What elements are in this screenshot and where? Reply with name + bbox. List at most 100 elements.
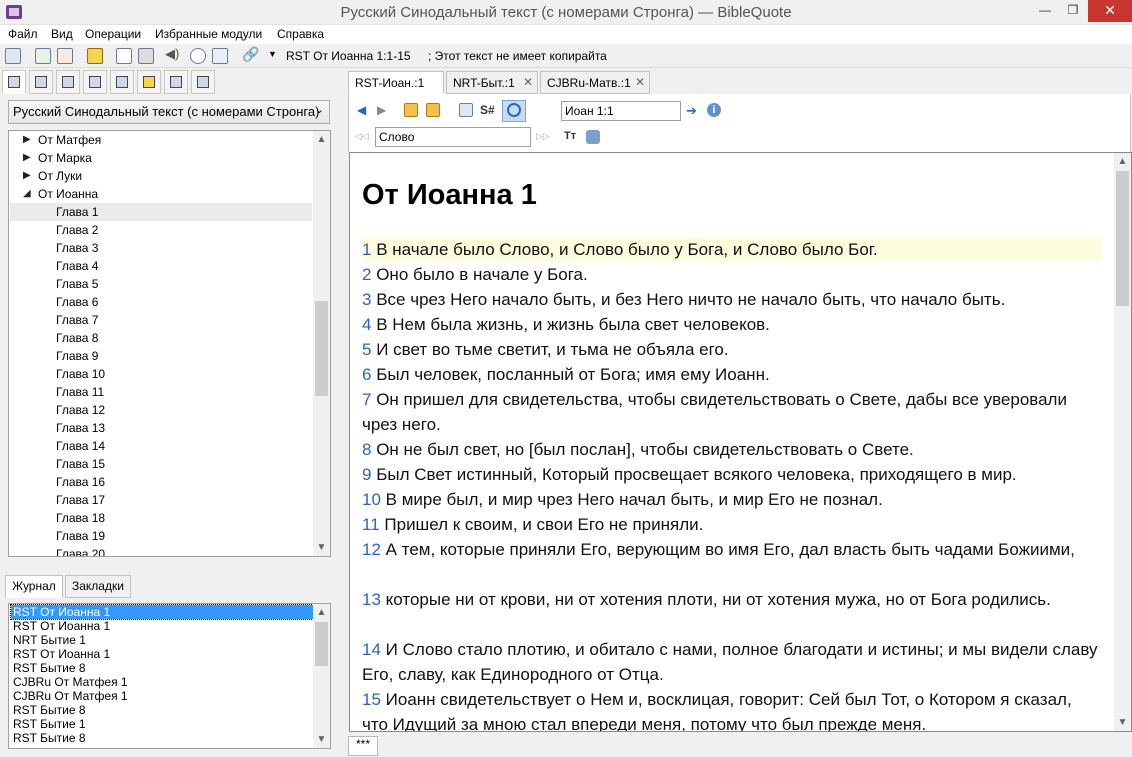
- verse[interactable]: 9 Был Свет истинный, Который просвещает …: [362, 462, 1102, 487]
- tab-strong[interactable]: [83, 70, 107, 94]
- document-icon[interactable]: [116, 48, 132, 64]
- tab-nrt-genesis[interactable]: NRT-Быт.:1 ✕: [446, 71, 538, 94]
- tree-item-chapter[interactable]: Глава 14: [10, 437, 312, 455]
- tree-item-chapter[interactable]: Глава 2: [10, 221, 312, 239]
- scroll-up-icon[interactable]: ▲: [313, 131, 330, 148]
- history-item[interactable]: RST От Иоанна 1: [11, 619, 313, 633]
- verse-number[interactable]: 7: [362, 390, 371, 409]
- history-item[interactable]: NRT Бытие 1: [11, 633, 313, 647]
- verse-number[interactable]: 4: [362, 315, 371, 334]
- tree-item-chapter[interactable]: Глава 10: [10, 365, 312, 383]
- tree-item-chapter[interactable]: Глава 11: [10, 383, 312, 401]
- next-chapter-icon[interactable]: [426, 103, 440, 117]
- tab-dictionary[interactable]: [56, 70, 80, 94]
- tree-item-chapter[interactable]: Глава 9: [10, 347, 312, 365]
- tab-rst-john[interactable]: RST-Иоан.:1: [348, 71, 444, 94]
- history-item[interactable]: CJBRu От Матфея 1: [11, 689, 313, 703]
- verse-number[interactable]: 12: [362, 540, 381, 559]
- link-icon[interactable]: 🔗: [242, 46, 259, 62]
- menu-operations[interactable]: Операции: [85, 27, 141, 41]
- verse-number[interactable]: 13: [362, 590, 381, 609]
- tree-item-chapter[interactable]: Глава 3: [10, 239, 312, 257]
- tree-item-chapter[interactable]: Глава 4: [10, 257, 312, 275]
- tree-item-chapter[interactable]: Глава 16: [10, 473, 312, 491]
- verse-number[interactable]: 6: [362, 365, 371, 384]
- tree-item-chapter[interactable]: Глава 12: [10, 401, 312, 419]
- tree-item-chapter[interactable]: Глава 1: [10, 203, 312, 221]
- verse[interactable]: 15 Иоанн свидетельствует о Нем и, воскли…: [362, 687, 1102, 731]
- copy-icon[interactable]: [459, 103, 473, 117]
- verse-number[interactable]: 2: [362, 265, 371, 284]
- dropdown-arrow-icon[interactable]: ▼: [268, 49, 277, 59]
- tree-item-chapter[interactable]: Глава 7: [10, 311, 312, 329]
- print-icon[interactable]: [138, 48, 154, 64]
- verse[interactable]: 5 И свет во тьме светит, и тьма не объял…: [362, 337, 1102, 362]
- verse[interactable]: 1 В начале было Слово, и Слово было у Бо…: [362, 237, 1102, 262]
- verse-number[interactable]: 5: [362, 340, 371, 359]
- verse[interactable]: 4 В Нем была жизнь, и жизнь была свет че…: [362, 312, 1102, 337]
- scroll-down-icon[interactable]: ▼: [1114, 714, 1131, 731]
- tab-books[interactable]: [2, 70, 26, 94]
- tree-item-book[interactable]: ▶ От Марка: [10, 149, 312, 167]
- tree-item-book[interactable]: ▶ От Луки: [10, 167, 312, 185]
- verse[interactable]: 12 А тем, которые приняли Его, верующим …: [362, 537, 1102, 562]
- tab-journal[interactable]: Журнал: [5, 575, 63, 598]
- tab-folder[interactable]: [137, 70, 161, 94]
- search-word-input[interactable]: Слово: [375, 127, 531, 147]
- bottom-tab[interactable]: ***: [348, 736, 378, 756]
- reference-input[interactable]: Иоан 1:1: [561, 101, 681, 121]
- verse-number[interactable]: 14: [362, 640, 381, 659]
- verse-number[interactable]: 1: [362, 240, 371, 259]
- close-icon[interactable]: ✕: [523, 75, 533, 89]
- verse[interactable]: 6 Был человек, посланный от Бога; имя ем…: [362, 362, 1102, 387]
- scroll-thumb[interactable]: [315, 622, 328, 666]
- forward-icon[interactable]: ▶: [377, 103, 391, 117]
- verse[interactable]: 8 Он не был свет, но [был послан], чтобы…: [362, 437, 1102, 462]
- expanded-triangle-icon[interactable]: ◢: [23, 185, 31, 203]
- collapsed-triangle-icon[interactable]: ▶: [23, 167, 31, 185]
- tab-search[interactable]: [29, 70, 53, 94]
- scroll-thumb[interactable]: [315, 301, 328, 396]
- new-tab-icon[interactable]: [35, 48, 51, 64]
- tree-item-chapter[interactable]: Глава 8: [10, 329, 312, 347]
- menu-view[interactable]: Вид: [51, 27, 73, 41]
- collapsed-triangle-icon[interactable]: ▶: [23, 149, 31, 167]
- passage-link[interactable]: RST От Иоанна 1:1-15: [286, 49, 411, 63]
- tree-item-chapter[interactable]: Глава 13: [10, 419, 312, 437]
- history-item[interactable]: RST Бытие 8: [11, 731, 313, 745]
- history-item[interactable]: RST Бытие 8: [11, 661, 313, 675]
- tab-cjbru-matthew[interactable]: CJBRu-Матв.:1 ✕: [540, 71, 650, 94]
- library-icon[interactable]: [87, 48, 103, 64]
- module-select[interactable]: Русский Синодальный текст (с номерами Ст…: [8, 100, 330, 124]
- tab-comments[interactable]: [110, 70, 134, 94]
- scroll-thumb[interactable]: [1116, 171, 1129, 306]
- tree-scrollbar[interactable]: ▲ ▼: [313, 131, 330, 556]
- tree-item-chapter[interactable]: Глава 15: [10, 455, 312, 473]
- menu-help[interactable]: Справка: [277, 27, 324, 41]
- maximize-button[interactable]: ❐: [1058, 0, 1088, 22]
- verse-number[interactable]: 10: [362, 490, 381, 509]
- verse[interactable]: 14 И Слово стало плотию, и обитало с нам…: [362, 637, 1102, 687]
- info-icon[interactable]: i: [707, 103, 721, 117]
- close-button[interactable]: ✕: [1088, 0, 1132, 22]
- go-icon[interactable]: ➔: [686, 103, 700, 118]
- close-tab-icon[interactable]: [57, 48, 73, 64]
- tab-bookmarks[interactable]: Закладки: [65, 575, 131, 598]
- find-next-icon[interactable]: ▷▷: [536, 131, 556, 145]
- verse[interactable]: 3 Все чрез Него начало быть, и без Него …: [362, 287, 1102, 312]
- menu-file[interactable]: Файл: [8, 27, 38, 41]
- tree-item-book[interactable]: ◢ От Иоанна: [10, 185, 312, 203]
- tree-item-book[interactable]: ▶ От Матфея: [10, 131, 312, 149]
- sound-icon[interactable]: ◀): [165, 46, 181, 62]
- close-icon[interactable]: ✕: [635, 75, 645, 89]
- verse-number[interactable]: 15: [362, 690, 381, 709]
- prev-chapter-icon[interactable]: [404, 103, 418, 117]
- viewer-scrollbar[interactable]: ▲ ▼: [1114, 153, 1131, 731]
- verse-number[interactable]: 11: [362, 515, 380, 534]
- scroll-down-icon[interactable]: ▼: [313, 731, 330, 748]
- find-prev-icon[interactable]: ◁◁: [355, 131, 375, 145]
- history-item[interactable]: RST От Иоанна 1: [10, 604, 314, 620]
- panel-icon[interactable]: [212, 48, 228, 64]
- tab-tags[interactable]: [164, 70, 188, 94]
- tree-item-chapter[interactable]: Глава 19: [10, 527, 312, 545]
